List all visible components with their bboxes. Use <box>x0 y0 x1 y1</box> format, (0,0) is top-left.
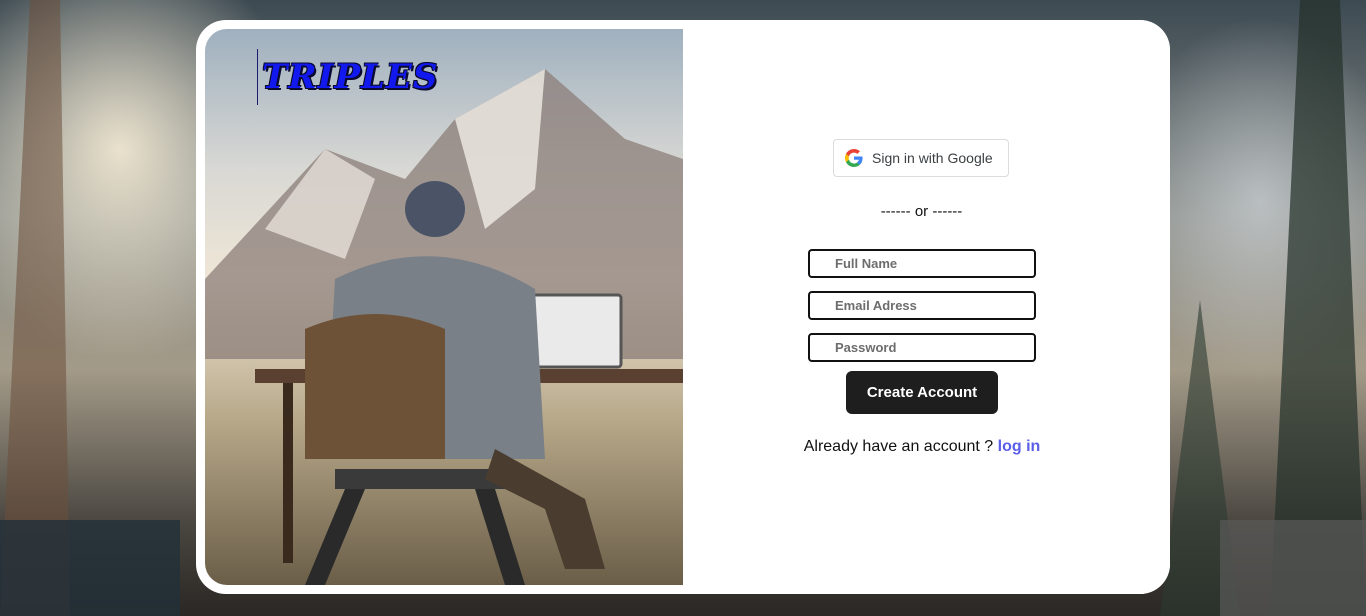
google-signin-button[interactable]: Sign in with Google <box>833 139 1009 177</box>
hero-image: TRIPLES <box>205 29 683 585</box>
password-input[interactable] <box>808 333 1036 362</box>
or-divider: ------ or ------ <box>880 203 963 220</box>
full-name-input[interactable] <box>808 249 1036 278</box>
login-prompt: Already have an account ? log in <box>683 438 1161 456</box>
google-g-icon <box>845 149 863 167</box>
email-input[interactable] <box>808 291 1036 320</box>
signup-card: TRIPLES Sign in with Google ------ or --… <box>196 20 1170 594</box>
create-account-button[interactable]: Create Account <box>846 371 998 414</box>
login-link[interactable]: log in <box>998 438 1041 455</box>
google-signin-label: Sign in with Google <box>872 150 993 166</box>
signup-form-panel: Sign in with Google ------ or ------ Cre… <box>683 20 1170 594</box>
hiker-illustration <box>205 69 683 585</box>
login-prompt-text: Already have an account ? <box>803 438 998 455</box>
brand-logo[interactable]: TRIPLES <box>257 49 438 105</box>
